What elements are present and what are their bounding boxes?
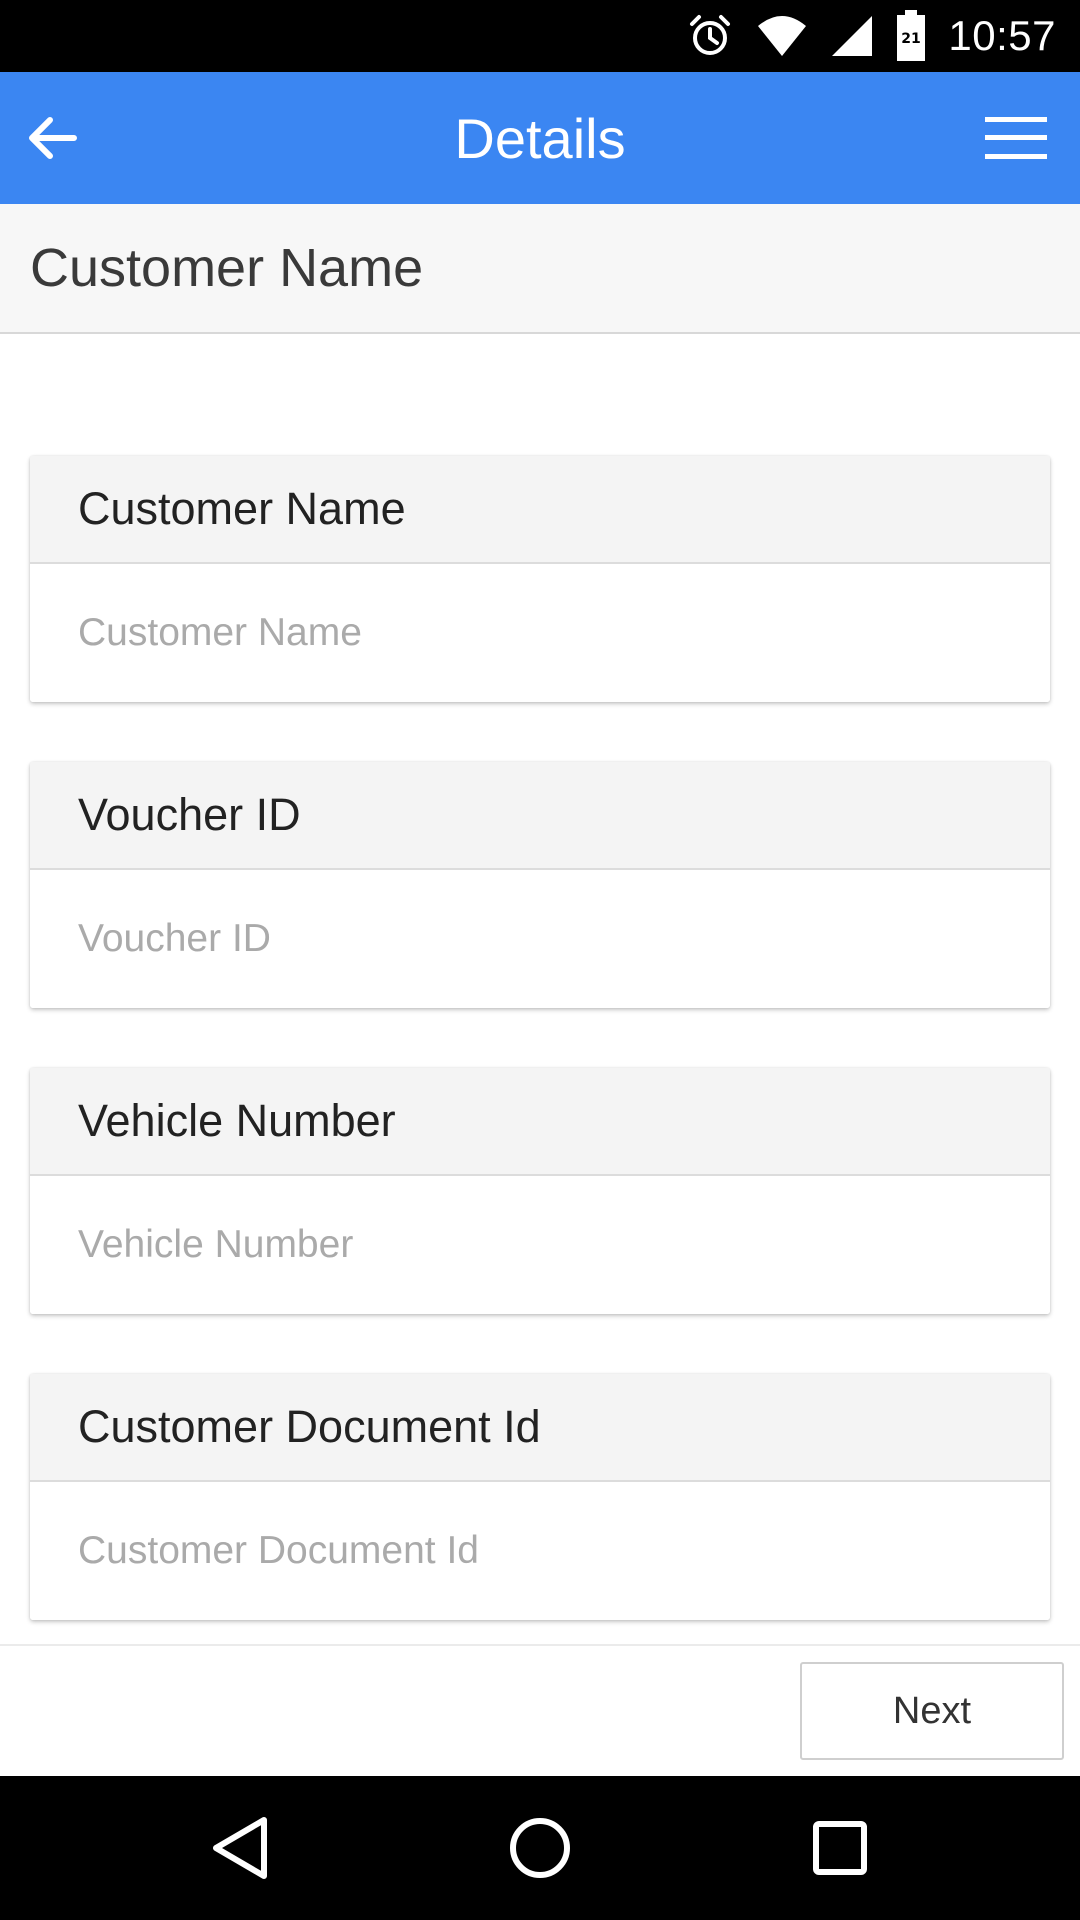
screen: 21 10:57 Details Customer Name Customer …	[0, 0, 1080, 1920]
customer-name-label: Customer Name	[30, 456, 1050, 564]
wifi-icon	[758, 16, 807, 56]
next-button[interactable]: Next	[800, 1662, 1064, 1760]
system-nav-bar	[0, 1776, 1080, 1920]
nav-recents-button[interactable]	[800, 1808, 880, 1888]
section-header: Customer Name	[0, 204, 1080, 334]
hamburger-menu-icon	[985, 117, 1047, 159]
voucher-id-input[interactable]	[30, 870, 1050, 1008]
battery-icon: 21	[897, 10, 926, 61]
nav-recents-icon	[813, 1821, 867, 1875]
customer-name-input[interactable]	[30, 564, 1050, 702]
status-bar: 21 10:57	[0, 0, 1080, 72]
vehicle-number-card: Vehicle Number	[30, 1068, 1050, 1314]
alarm-icon	[690, 15, 731, 55]
nav-back-button[interactable]	[200, 1808, 280, 1888]
form-fields: Customer Name Voucher ID Vehicle Number …	[30, 456, 1050, 1680]
nav-home-icon	[510, 1818, 570, 1878]
voucher-id-label: Voucher ID	[30, 762, 1050, 870]
customer-document-id-label: Customer Document Id	[30, 1374, 1050, 1482]
customer-document-id-input[interactable]	[30, 1482, 1050, 1620]
vehicle-number-input[interactable]	[30, 1176, 1050, 1314]
nav-back-icon	[213, 1817, 267, 1879]
section-title: Customer Name	[30, 238, 424, 298]
footer: Next	[0, 1644, 1080, 1776]
customer-document-id-card: Customer Document Id	[30, 1374, 1050, 1620]
status-icons: 21 10:57	[686, 0, 1056, 72]
nav-home-button[interactable]	[500, 1808, 580, 1888]
status-time: 10:57	[948, 12, 1056, 59]
cell-signal-icon	[832, 16, 873, 56]
menu-button[interactable]	[976, 98, 1056, 178]
page-title: Details	[454, 106, 626, 170]
customer-name-card: Customer Name	[30, 456, 1050, 702]
vehicle-number-label: Vehicle Number	[30, 1068, 1050, 1176]
battery-level-text: 21	[902, 31, 921, 47]
app-bar: Details	[0, 72, 1080, 204]
voucher-id-card: Voucher ID	[30, 762, 1050, 1008]
